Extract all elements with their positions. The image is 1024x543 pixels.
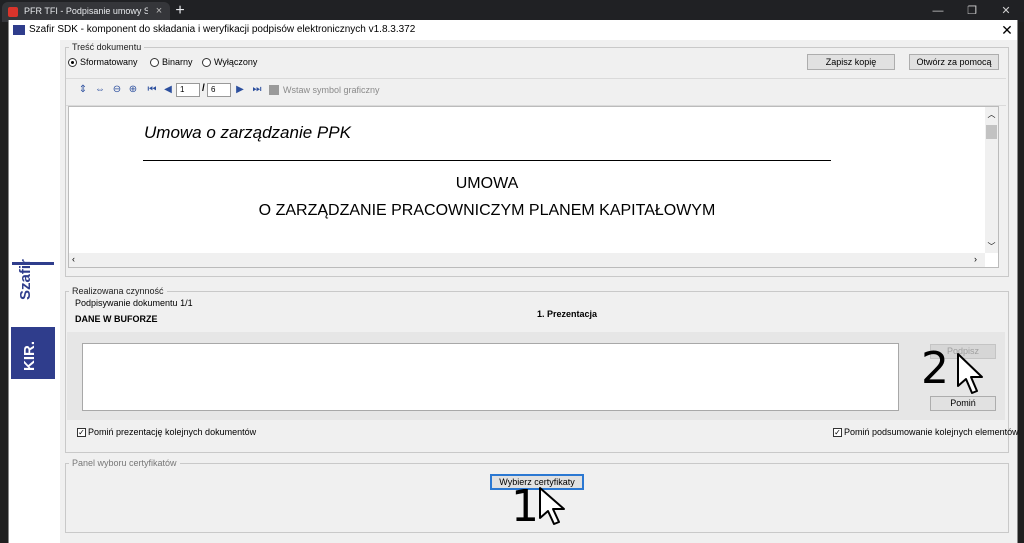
radio-binary[interactable] bbox=[150, 58, 159, 67]
first-page-icon[interactable]: ⏮ bbox=[146, 84, 158, 96]
fit-width-icon[interactable]: ⇔ bbox=[94, 84, 106, 96]
browser-tab-title: PFR TFI - Podpisanie umowy Sz bbox=[24, 6, 148, 16]
previous-page-icon[interactable]: ◀ bbox=[162, 84, 174, 96]
step-number-1: 1 bbox=[511, 481, 539, 532]
szafir-dialog: Szafir SDK - komponent do składania i we… bbox=[8, 20, 1019, 543]
scroll-up-icon[interactable]: ︿ bbox=[986, 109, 997, 120]
browser-tab[interactable]: PFR TFI - Podpisanie umowy Sz × bbox=[2, 2, 170, 22]
skip-summary-checkbox[interactable]: ✓ bbox=[833, 428, 842, 437]
scroll-right-icon[interactable]: › bbox=[974, 254, 977, 264]
kir-logo: KIR. bbox=[11, 327, 55, 379]
insert-symbol-icon bbox=[269, 85, 279, 95]
browser-close-button[interactable]: ✕ bbox=[994, 2, 1018, 20]
presentation-step-label: 1. Prezentacja bbox=[537, 309, 598, 319]
insert-symbol-button[interactable]: Wstaw symbol graficzny bbox=[283, 85, 380, 95]
pfr-favicon-icon bbox=[8, 7, 18, 17]
document-line-title: O ZARZĄDZANIE PRACOWNICZYM PLANEM KAPITA… bbox=[258, 202, 716, 219]
radio-formatted[interactable] bbox=[68, 58, 77, 67]
tab-close-icon[interactable]: × bbox=[152, 4, 166, 18]
zoom-out-icon[interactable]: ⊖ bbox=[111, 84, 123, 96]
document-line-umowa: UMOWA bbox=[455, 175, 519, 192]
buffer-label: DANE W BUFORZE bbox=[75, 314, 158, 324]
radio-formatted-label: Sformatowany bbox=[80, 57, 138, 67]
action-section-legend: Realizowana czynność bbox=[69, 286, 167, 296]
dialog-title: Szafir SDK - komponent do składania i we… bbox=[29, 24, 416, 35]
vertical-scrollbar[interactable]: ︿ ﹀ bbox=[985, 107, 998, 253]
heading-rule bbox=[143, 160, 831, 161]
dialog-title-bar: Szafir SDK - komponent do składania i we… bbox=[9, 20, 1017, 40]
new-tab-button[interactable]: + bbox=[172, 3, 188, 19]
step-number-2: 2 bbox=[921, 343, 949, 394]
scroll-left-icon[interactable]: ‹ bbox=[72, 254, 75, 264]
skip-presentation-label: Pomiń prezentację kolejnych dokumentów bbox=[88, 427, 257, 437]
certificate-section-legend: Panel wyboru certyfikatów bbox=[69, 458, 180, 468]
fit-height-icon[interactable]: ⇕ bbox=[77, 84, 89, 96]
presentation-area bbox=[82, 343, 899, 411]
branding-strip: Szafir KIR. bbox=[9, 40, 60, 543]
document-page: Umowa o zarządzanie PPK UMOWA O ZARZĄDZA… bbox=[83, 107, 972, 255]
document-viewer[interactable]: Umowa o zarządzanie PPK UMOWA O ZARZĄDZA… bbox=[68, 106, 999, 268]
mouse-cursor-icon bbox=[539, 487, 565, 525]
next-page-icon[interactable]: ▶ bbox=[234, 84, 246, 96]
radio-binary-label: Binarny bbox=[162, 57, 193, 67]
document-section-legend: Treść dokumentu bbox=[69, 42, 145, 52]
save-copy-button[interactable]: Zapisz kopię bbox=[807, 54, 895, 70]
skip-button[interactable]: Pomiń bbox=[930, 396, 996, 411]
szafir-app-icon bbox=[13, 25, 25, 35]
mouse-cursor-icon bbox=[957, 353, 983, 394]
skip-summary-label: Pomiń podsumowanie kolejnych elementów bbox=[844, 427, 1019, 437]
szafir-logo: Szafir bbox=[17, 259, 34, 300]
document-heading: Umowa o zarządzanie PPK bbox=[144, 123, 351, 142]
last-page-icon[interactable]: ⏭ bbox=[251, 84, 263, 96]
radio-disabled-label: Wyłączony bbox=[214, 57, 258, 67]
minimize-button[interactable]: — bbox=[926, 2, 950, 20]
page-count-field: 6 bbox=[207, 83, 231, 97]
skip-presentation-checkbox[interactable]: ✓ bbox=[77, 428, 86, 437]
signing-status: Podpisywanie dokumentu 1/1 bbox=[75, 298, 193, 308]
page-separator: / bbox=[202, 83, 205, 94]
dialog-close-button[interactable]: ✕ bbox=[999, 21, 1015, 39]
scrollbar-thumb[interactable] bbox=[986, 125, 997, 139]
current-page-input[interactable]: 1 bbox=[176, 83, 200, 97]
radio-disabled[interactable] bbox=[202, 58, 211, 67]
zoom-in-icon[interactable]: ⊕ bbox=[127, 84, 139, 96]
open-with-button[interactable]: Otwórz za pomocą bbox=[909, 54, 999, 70]
scroll-down-icon[interactable]: ﹀ bbox=[986, 241, 997, 252]
horizontal-scrollbar[interactable]: ‹ › bbox=[69, 253, 985, 267]
restore-button[interactable]: ❐ bbox=[960, 2, 984, 20]
